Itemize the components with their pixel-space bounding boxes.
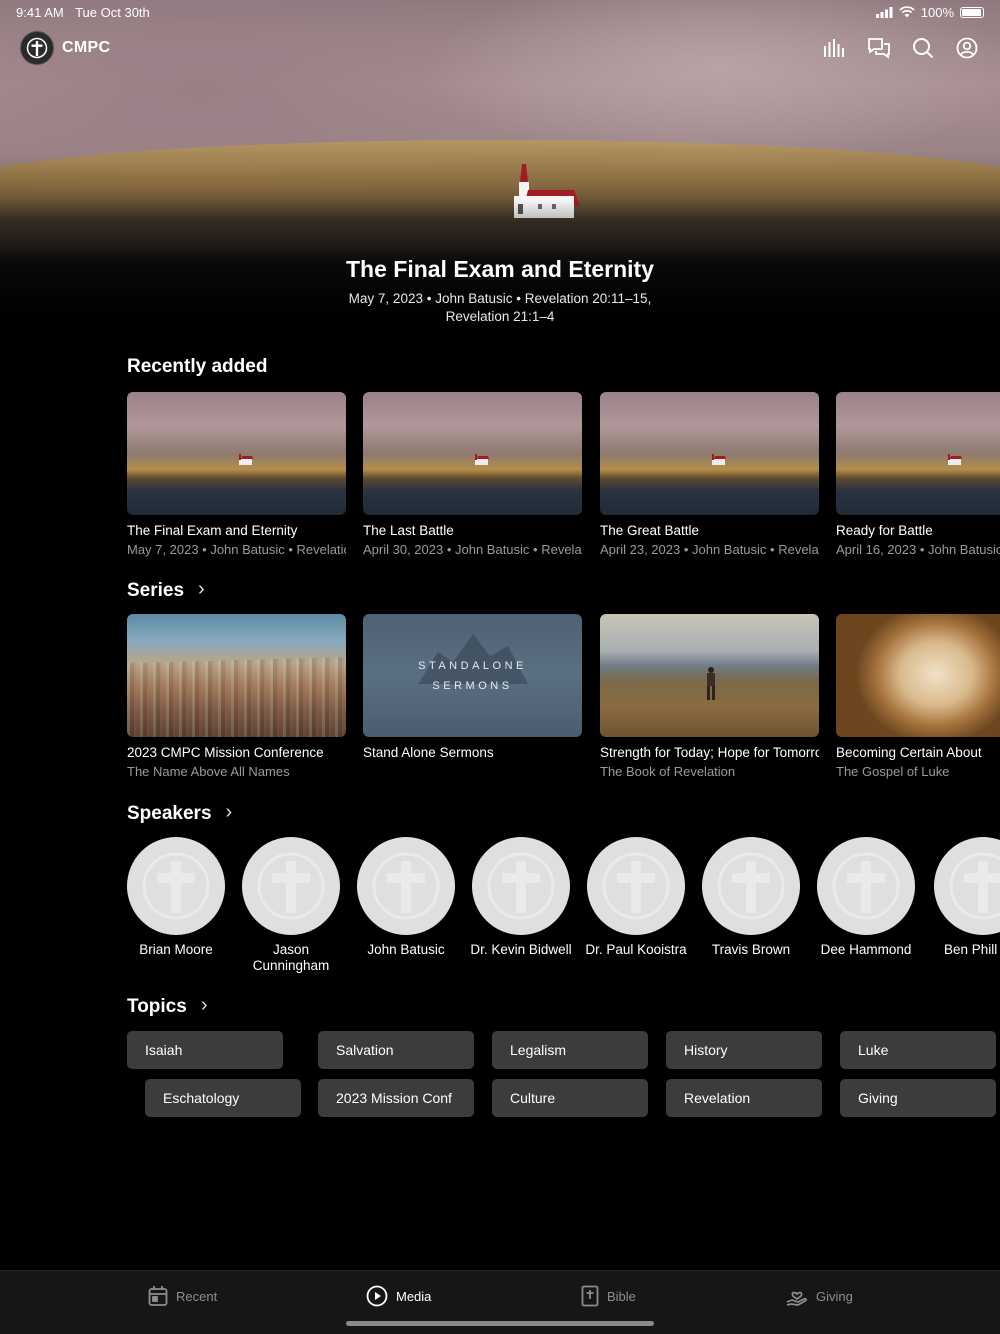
speaker-avatar-cross-icon bbox=[357, 837, 455, 935]
speaker-item[interactable]: John Batusic bbox=[351, 837, 461, 958]
speaker-avatar-cross-icon bbox=[242, 837, 340, 935]
recent-item[interactable]: The Final Exam and Eternity May 7, 2023 … bbox=[127, 392, 346, 557]
sermon-thumbnail bbox=[127, 392, 346, 515]
cross-logo-icon bbox=[20, 31, 54, 65]
top-bar: CMPC bbox=[20, 30, 980, 66]
topic-chip[interactable]: Giving bbox=[840, 1079, 996, 1117]
speaker-avatar-cross-icon bbox=[587, 837, 685, 935]
topic-chip[interactable]: Legalism bbox=[492, 1031, 648, 1069]
series-item[interactable]: STANDALONE SERMONS Stand Alone Sermons bbox=[363, 614, 582, 764]
status-date: Tue Oct 30th bbox=[75, 4, 150, 20]
topic-chip[interactable]: Culture bbox=[492, 1079, 648, 1117]
sermon-thumbnail bbox=[363, 392, 582, 515]
status-time: 9:41 AM bbox=[16, 4, 64, 20]
speaker-item[interactable]: Dee Hammond bbox=[811, 837, 921, 958]
hero-meta: May 7, 2023 • John Batusic • Revelation … bbox=[348, 291, 652, 324]
calendar-icon bbox=[148, 1286, 168, 1306]
hand-heart-icon bbox=[786, 1291, 807, 1306]
hero-title[interactable]: The Final Exam and Eternity bbox=[0, 256, 1000, 283]
search-icon[interactable] bbox=[910, 35, 936, 61]
speaker-item[interactable]: Brian Moore bbox=[121, 837, 231, 958]
section-recently-added: Recently added bbox=[127, 356, 268, 377]
sermon-thumbnail bbox=[836, 392, 1000, 515]
section-speakers[interactable]: Speakers › bbox=[127, 801, 233, 825]
brand[interactable]: CMPC bbox=[20, 31, 110, 65]
tab-media[interactable]: Media bbox=[366, 1285, 431, 1307]
speaker-item[interactable]: Dr. Paul Kooistra bbox=[581, 837, 691, 958]
recent-item[interactable]: The Great Battle April 23, 2023 • John B… bbox=[600, 392, 819, 557]
speaker-avatar-cross-icon bbox=[127, 837, 225, 935]
series-thumbnail-field bbox=[600, 614, 819, 737]
battery-icon bbox=[960, 6, 984, 18]
signal-icon bbox=[875, 6, 893, 18]
topic-chip[interactable]: Isaiah bbox=[127, 1031, 283, 1069]
speaker-avatar-cross-icon bbox=[817, 837, 915, 935]
speaker-avatar-cross-icon bbox=[472, 837, 570, 935]
chevron-right-icon: › bbox=[225, 801, 233, 823]
topic-chip[interactable]: History bbox=[666, 1031, 822, 1069]
battery-percent: 100% bbox=[920, 4, 954, 20]
series-item[interactable]: Becoming Certain About The Gospel of Luk… bbox=[836, 614, 1000, 779]
status-bar: 9:41 AM Tue Oct 30th 100% bbox=[0, 0, 1000, 24]
tab-recent[interactable]: Recent bbox=[148, 1285, 217, 1307]
recent-item[interactable]: Ready for Battle April 16, 2023 • John B… bbox=[836, 392, 1000, 557]
topic-chip[interactable]: Salvation bbox=[318, 1031, 474, 1069]
app-name: CMPC bbox=[62, 39, 111, 56]
tab-giving[interactable]: Giving bbox=[786, 1285, 853, 1307]
section-topics[interactable]: Topics › bbox=[127, 994, 208, 1018]
profile-icon[interactable] bbox=[954, 35, 980, 61]
series-thumbnail-tomb bbox=[836, 614, 1000, 737]
speaker-item[interactable]: Ben Phill bbox=[926, 837, 1000, 958]
chat-bubbles-icon[interactable] bbox=[866, 35, 892, 61]
speaker-item[interactable]: Jason Cunningham bbox=[236, 837, 346, 974]
bible-icon bbox=[581, 1285, 599, 1307]
chevron-right-icon: › bbox=[200, 994, 208, 1016]
recent-item[interactable]: The Last Battle April 30, 2023 • John Ba… bbox=[363, 392, 582, 557]
section-series[interactable]: Series › bbox=[127, 578, 205, 602]
sermon-thumbnail bbox=[600, 392, 819, 515]
topic-chip[interactable]: Luke bbox=[840, 1031, 996, 1069]
speaker-avatar-cross-icon bbox=[702, 837, 800, 935]
wifi-icon bbox=[899, 6, 915, 18]
bars-chart-icon[interactable] bbox=[822, 35, 848, 61]
series-thumbnail-city bbox=[127, 614, 346, 737]
speaker-avatar-cross-icon bbox=[934, 837, 1000, 935]
topic-chip[interactable]: 2023 Mission Conf bbox=[318, 1079, 474, 1117]
series-item[interactable]: Strength for Today; Hope for Tomorrow Th… bbox=[600, 614, 819, 779]
speaker-item[interactable]: Dr. Kevin Bidwell bbox=[466, 837, 576, 958]
series-thumbnail-standalone: STANDALONE SERMONS bbox=[363, 614, 582, 737]
play-circle-icon bbox=[366, 1285, 388, 1307]
series-item[interactable]: 2023 CMPC Mission Conference The Name Ab… bbox=[127, 614, 346, 779]
chevron-right-icon: › bbox=[198, 578, 205, 600]
topic-chip[interactable]: Revelation bbox=[666, 1079, 822, 1117]
tab-bible[interactable]: Bible bbox=[581, 1285, 636, 1307]
speaker-item[interactable]: Travis Brown bbox=[696, 837, 806, 958]
home-indicator bbox=[346, 1321, 654, 1326]
topic-chip[interactable]: Eschatology bbox=[145, 1079, 301, 1117]
